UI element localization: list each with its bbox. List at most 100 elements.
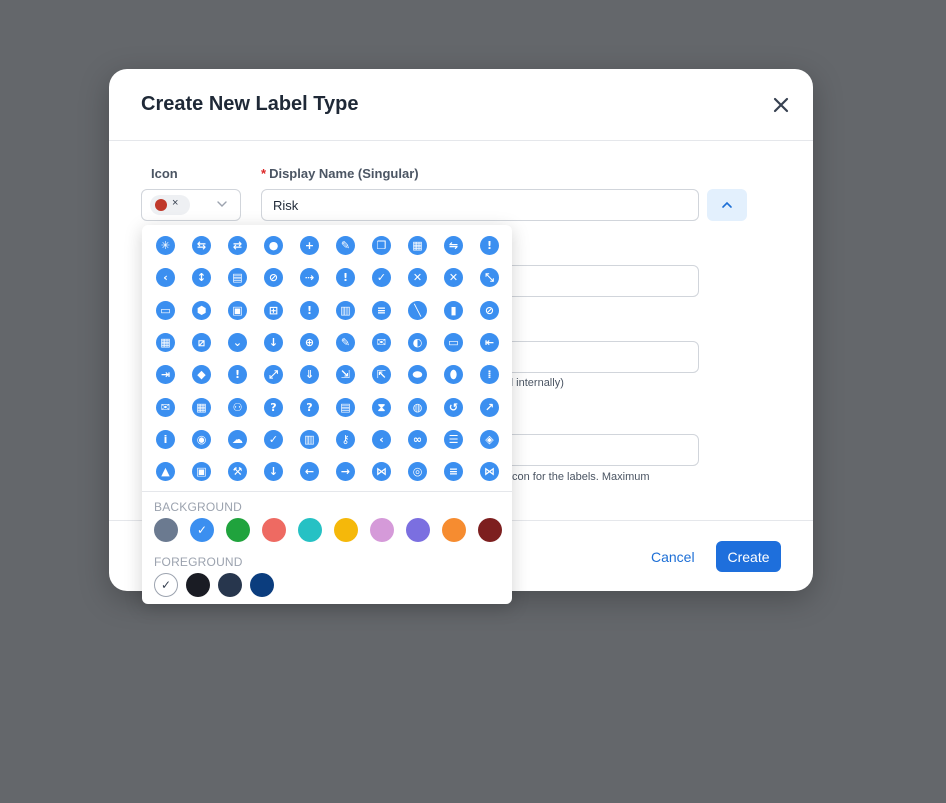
calculator-grid-icon[interactable]: ▦ <box>156 332 175 352</box>
wrench-icon[interactable]: ⚒ <box>228 462 247 482</box>
sign-in-icon[interactable]: ⇤ <box>480 332 499 352</box>
check-circle-icon[interactable]: ✓ <box>264 429 283 449</box>
background-swatch[interactable] <box>478 518 502 542</box>
close-icon[interactable] <box>771 95 791 115</box>
icon-select[interactable]: × <box>141 189 241 221</box>
bowtie-icon[interactable]: ⋈ <box>480 462 499 482</box>
background-swatch[interactable] <box>406 518 430 542</box>
background-swatch[interactable] <box>334 518 358 542</box>
sitemap-icon[interactable]: ⊞ <box>264 300 283 320</box>
exclamation-circle-icon[interactable]: ! <box>228 365 247 385</box>
arrow-dots-icon[interactable]: ⇢ <box>300 268 319 288</box>
mail-open-icon[interactable]: ✉ <box>156 397 175 417</box>
ban-alt-icon[interactable]: ⊘ <box>480 300 499 320</box>
ban-icon[interactable]: ⊘ <box>264 268 283 288</box>
chevron-down-icon[interactable]: ⌄ <box>228 332 247 352</box>
external-link-icon[interactable]: ⇱ <box>372 365 391 385</box>
stop-icon[interactable]: ⬢ <box>192 300 211 320</box>
file-export-icon[interactable]: ⇲ <box>336 365 355 385</box>
image-icon[interactable]: ▣ <box>192 462 211 482</box>
create-button[interactable]: Create <box>716 541 781 572</box>
exclamation-icon[interactable]: ! <box>480 236 499 255</box>
background-swatch[interactable]: ✓ <box>190 518 214 542</box>
toggle-sign-icon[interactable]: ⇋ <box>444 236 463 255</box>
arrow-right-icon[interactable]: → <box>336 462 355 482</box>
share-nodes-icon[interactable]: ⋈ <box>372 462 391 482</box>
plus-icon[interactable]: + <box>300 236 319 255</box>
chevron-left-icon[interactable]: ‹ <box>156 268 175 288</box>
collapse-button[interactable] <box>707 189 747 221</box>
road-icon[interactable]: ⇆ <box>192 236 211 255</box>
database-icon[interactable]: ≡ <box>372 300 391 320</box>
users-icon[interactable]: ⚇ <box>228 397 247 417</box>
sign-out-icon[interactable]: ⇥ <box>156 365 175 385</box>
remove-icon-button[interactable]: × <box>172 197 178 209</box>
background-swatch[interactable] <box>370 518 394 542</box>
trash-icon[interactable]: ▮ <box>444 300 463 320</box>
asterisk-icon[interactable]: ✳ <box>156 236 175 255</box>
cloud-icon[interactable]: ☁ <box>228 429 247 449</box>
info-icon[interactable]: i <box>156 429 175 449</box>
eye-icon[interactable]: ◉ <box>192 429 211 449</box>
question-circle-icon[interactable]: ? <box>300 397 319 417</box>
display-name-input[interactable]: Risk <box>261 189 699 221</box>
times-circle-icon[interactable]: ✕ <box>408 268 427 288</box>
columns-icon[interactable]: ▣ <box>228 300 247 320</box>
list-icon[interactable]: ☰ <box>444 429 463 449</box>
lock-icon[interactable]: ▲ <box>156 462 175 482</box>
copy-icon[interactable]: ❐ <box>372 236 391 255</box>
capsules-icon[interactable]: ⬬ <box>408 365 427 385</box>
toggle-icon[interactable]: ◐ <box>408 332 427 352</box>
user-circle-icon[interactable]: ● <box>264 236 283 255</box>
calendar-icon[interactable]: ▤ <box>228 268 247 288</box>
link-icon[interactable]: ∞ <box>408 429 427 449</box>
foreground-swatch[interactable]: ✓ <box>154 573 178 597</box>
foreground-swatch[interactable] <box>186 573 210 597</box>
background-swatch[interactable] <box>154 518 178 542</box>
bars-icon[interactable]: ≡ <box>444 462 463 482</box>
arrows-vertical-icon[interactable]: ↕ <box>192 268 211 288</box>
info-round-icon[interactable]: ! <box>300 300 319 320</box>
background-swatch[interactable] <box>442 518 466 542</box>
globe-alt-icon[interactable]: ◎ <box>408 462 427 482</box>
hourglass-icon[interactable]: ⧗ <box>372 397 391 417</box>
background-swatch[interactable] <box>298 518 322 542</box>
compress-icon[interactable]: ⤡ <box>480 268 499 288</box>
alert-square-icon[interactable]: ! <box>336 268 355 288</box>
key-icon[interactable]: ⚷ <box>336 429 355 449</box>
foreground-swatch[interactable] <box>250 573 274 597</box>
user-edit-icon[interactable]: ✎ <box>336 236 355 255</box>
calculator-icon[interactable]: ▦ <box>408 236 427 255</box>
arrow-down-long-icon[interactable]: ↓ <box>264 462 283 482</box>
pencil-icon[interactable]: ✎ <box>336 332 355 352</box>
pills-icon[interactable]: ⬮ <box>444 365 463 385</box>
arrow-left-icon[interactable]: ← <box>300 462 319 482</box>
envelope-icon[interactable]: ✉ <box>372 332 391 352</box>
shield-icon[interactable]: ◆ <box>192 365 211 385</box>
grid-icon[interactable]: ▥ <box>336 300 355 320</box>
copy-plus-icon[interactable]: ⊕ <box>300 332 319 352</box>
globe-icon[interactable]: ◍ <box>408 397 427 417</box>
cancel-button[interactable]: Cancel <box>651 549 695 565</box>
background-swatch[interactable] <box>262 518 286 542</box>
question-icon[interactable]: ? <box>264 397 283 417</box>
slash-icon[interactable]: ⧄ <box>192 332 211 352</box>
angle-double-down-icon[interactable]: ⇓ <box>300 365 319 385</box>
times-icon[interactable]: ✕ <box>444 268 463 288</box>
expand-icon[interactable]: ⤢ <box>264 365 283 385</box>
clipboard-icon[interactable]: ▤ <box>336 397 355 417</box>
arrow-up-right-icon[interactable]: ↗ <box>480 397 499 417</box>
signpost-icon[interactable]: ⇄ <box>228 236 247 255</box>
keyboard-icon[interactable]: ▥ <box>300 429 319 449</box>
background-swatch[interactable] <box>226 518 250 542</box>
laptop-icon[interactable]: ▭ <box>444 332 463 352</box>
grip-icon[interactable]: ⁞ <box>480 365 499 385</box>
table-icon[interactable]: ▦ <box>192 397 211 417</box>
tag-icon[interactable]: ◈ <box>480 429 499 449</box>
chevron-left-alt-icon[interactable]: ‹ <box>372 429 391 449</box>
foreground-swatch[interactable] <box>218 573 242 597</box>
pencil-line-icon[interactable]: ╲ <box>408 300 427 320</box>
undo-icon[interactable]: ↺ <box>444 397 463 417</box>
comment-icon[interactable]: ▭ <box>156 300 175 320</box>
arrow-down-icon[interactable]: ↓ <box>264 332 283 352</box>
